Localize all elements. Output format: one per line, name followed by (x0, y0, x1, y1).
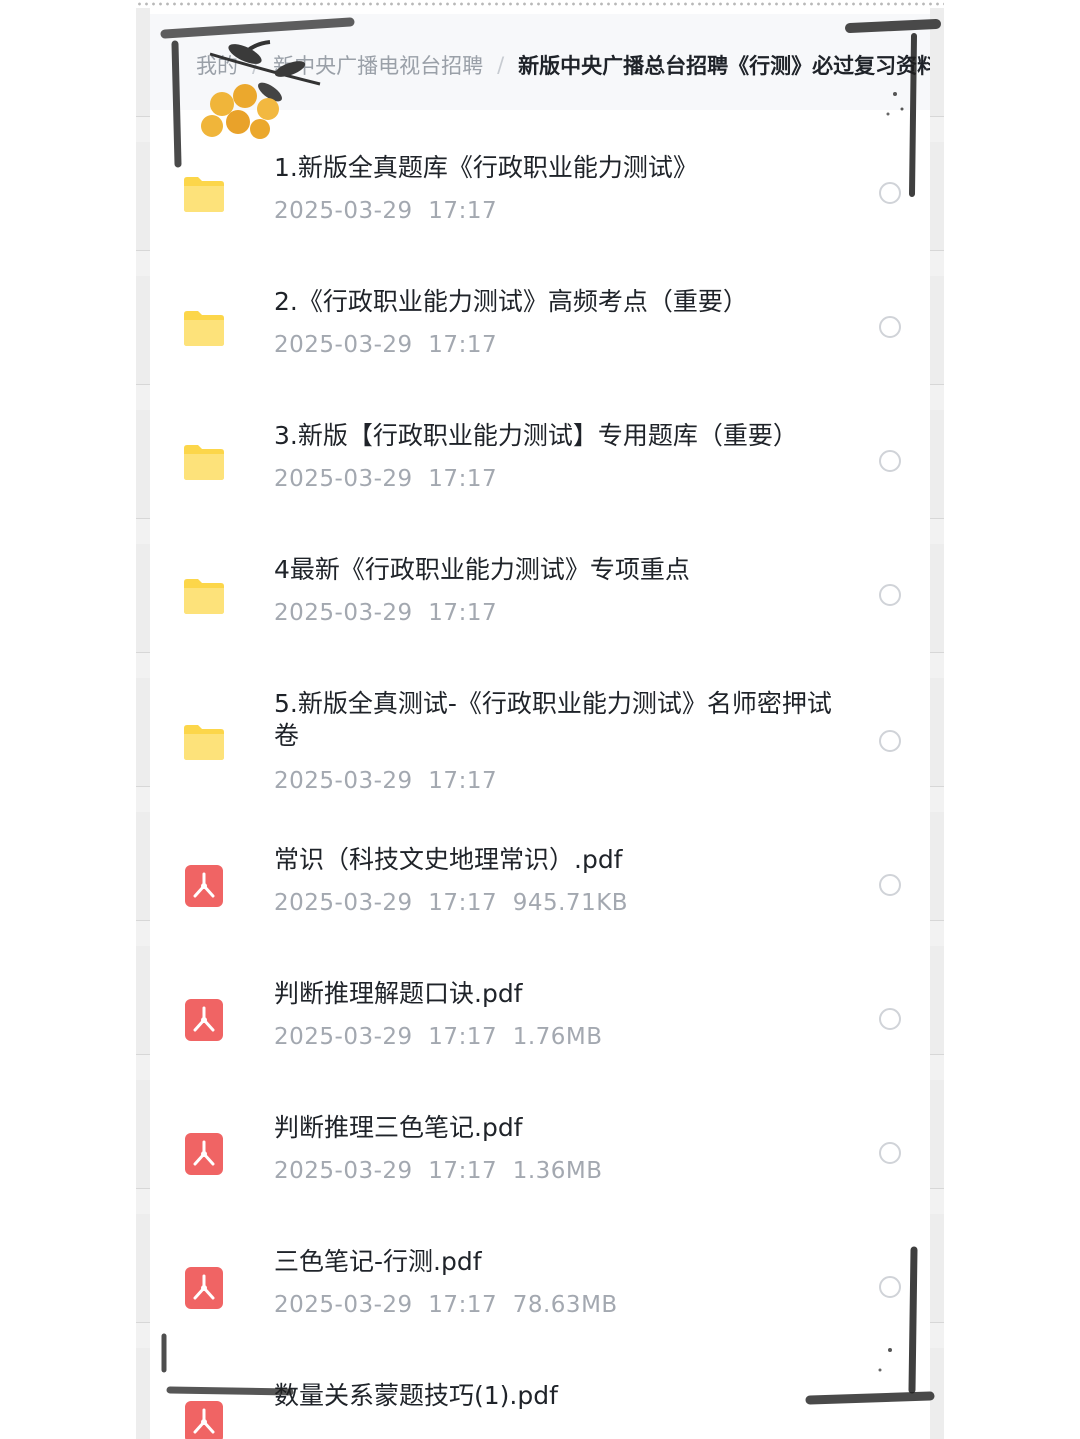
file-date: 2025-03-29 (274, 1292, 413, 1318)
select-circle[interactable] (879, 1276, 901, 1298)
file-date: 2025-03-29 (274, 1024, 413, 1050)
left-page-strip (136, 8, 150, 1439)
pdf-icon (185, 865, 223, 907)
file-date: 2025-03-29 (274, 332, 413, 358)
file-time: 17:17 (428, 1024, 498, 1050)
file-date: 2025-03-29 (274, 1158, 413, 1184)
file-name: 判断推理解题口诀.pdf (274, 979, 523, 1008)
file-size: 1.36MB (512, 1158, 603, 1184)
file-meta: 2025-03-29 17:17 78.63MB (274, 1292, 618, 1318)
folder-icon (184, 311, 224, 346)
file-name: 4最新《行政职业能力测试》专项重点 (274, 555, 690, 584)
top-dotted-border (136, 0, 944, 8)
file-name: 判断推理三色笔记.pdf (274, 1113, 523, 1142)
pdf-icon (185, 1133, 223, 1175)
file-size: 78.63MB (512, 1292, 618, 1318)
select-circle[interactable] (879, 316, 901, 338)
file-size: 945.71KB (512, 890, 629, 916)
file-time: 17:17 (428, 332, 498, 358)
file-meta: 2025-03-29 17:17 (274, 198, 497, 224)
file-time: 17:17 (428, 1158, 498, 1184)
file-date: 2025-03-29 (274, 890, 413, 916)
folder-icon (184, 177, 224, 212)
file-row[interactable]: 2.《行政职业能力测试》高频考点（重要） 2025-03-29 17:17 (150, 287, 930, 412)
file-time: 17:17 (428, 1292, 498, 1318)
file-date: 2025-03-29 (274, 600, 413, 626)
file-row[interactable]: 5.新版全真测试-《行政职业能力测试》名师密押试卷 2025-03-29 17:1… (150, 689, 930, 814)
file-meta: 2025-03-29 17:17 (274, 466, 497, 492)
file-row[interactable]: 1.新版全真题库《行政职业能力测试》 2025-03-29 17:17 (150, 153, 930, 278)
select-circle[interactable] (879, 1008, 901, 1030)
breadcrumb-trail: 我的 / 新中央广播电视台招聘 / 新版中央广播总台招聘《行测》必过复习资料 (196, 50, 930, 80)
select-circle[interactable] (879, 1142, 901, 1164)
folder-icon (184, 725, 224, 760)
right-page-strip (930, 8, 944, 1439)
file-row[interactable]: 三色笔记-行测.pdf 2025-03-29 17:17 78.63MB (150, 1247, 930, 1372)
file-time: 17:17 (428, 198, 498, 224)
select-circle[interactable] (879, 874, 901, 896)
breadcrumb-separator: / (252, 53, 260, 77)
file-row[interactable]: 数量关系蒙题技巧(1).pdf (150, 1381, 930, 1439)
file-name: 3.新版【行政职业能力测试】专用题库（重要） (274, 421, 798, 450)
file-time: 17:17 (428, 768, 498, 794)
breadcrumb-separator: / (497, 53, 505, 77)
file-date: 2025-03-29 (274, 198, 413, 224)
select-circle[interactable] (879, 182, 901, 204)
pdf-icon (185, 1267, 223, 1309)
file-row[interactable]: 常识（科技文史地理常识）.pdf 2025-03-29 17:17 945.71K… (150, 845, 930, 970)
pdf-icon (185, 999, 223, 1041)
file-row[interactable]: 判断推理解题口诀.pdf 2025-03-29 17:17 1.76MB (150, 979, 930, 1104)
file-time: 17:17 (428, 890, 498, 916)
file-row[interactable]: 4最新《行政职业能力测试》专项重点 2025-03-29 17:17 (150, 555, 930, 680)
file-name: 常识（科技文史地理常识）.pdf (274, 845, 623, 874)
file-date: 2025-03-29 (274, 768, 413, 794)
breadcrumb: 我的 / 新中央广播电视台招聘 / 新版中央广播总台招聘《行测》必过复习资料 (150, 14, 930, 110)
file-size: 1.76MB (512, 1024, 603, 1050)
file-name: 数量关系蒙题技巧(1).pdf (274, 1381, 558, 1410)
file-name: 1.新版全真题库《行政职业能力测试》 (274, 153, 698, 182)
breadcrumb-item-current: 新版中央广播总台招聘《行测》必过复习资料 (518, 54, 930, 78)
file-meta: 2025-03-29 17:17 1.36MB (274, 1158, 603, 1184)
file-date: 2025-03-29 (274, 466, 413, 492)
file-meta: 2025-03-29 17:17 1.76MB (274, 1024, 603, 1050)
file-name: 三色笔记-行测.pdf (274, 1247, 482, 1276)
file-meta: 2025-03-29 17:17 945.71KB (274, 890, 628, 916)
file-time: 17:17 (428, 600, 498, 626)
file-meta: 2025-03-29 17:17 (274, 768, 497, 794)
select-circle[interactable] (879, 730, 901, 752)
breadcrumb-item-parent[interactable]: 新中央广播电视台招聘 (273, 50, 483, 80)
file-row[interactable]: 判断推理三色笔记.pdf 2025-03-29 17:17 1.36MB (150, 1113, 930, 1238)
select-circle[interactable] (879, 584, 901, 606)
file-time: 17:17 (428, 466, 498, 492)
file-meta: 2025-03-29 17:17 (274, 332, 497, 358)
pdf-icon (185, 1401, 223, 1439)
file-name: 5.新版全真测试-《行政职业能力测试》名师密押试卷 (274, 689, 832, 750)
file-browser: 我的 / 新中央广播电视台招聘 / 新版中央广播总台招聘《行测》必过复习资料 1… (150, 14, 930, 1439)
breadcrumb-item-root[interactable]: 我的 (196, 50, 238, 80)
file-meta: 2025-03-29 17:17 (274, 600, 497, 626)
file-row[interactable]: 3.新版【行政职业能力测试】专用题库（重要） 2025-03-29 17:17 (150, 421, 930, 546)
folder-icon (184, 579, 224, 614)
select-circle[interactable] (879, 450, 901, 472)
file-name: 2.《行政职业能力测试》高频考点（重要） (274, 287, 748, 316)
folder-icon (184, 445, 224, 480)
